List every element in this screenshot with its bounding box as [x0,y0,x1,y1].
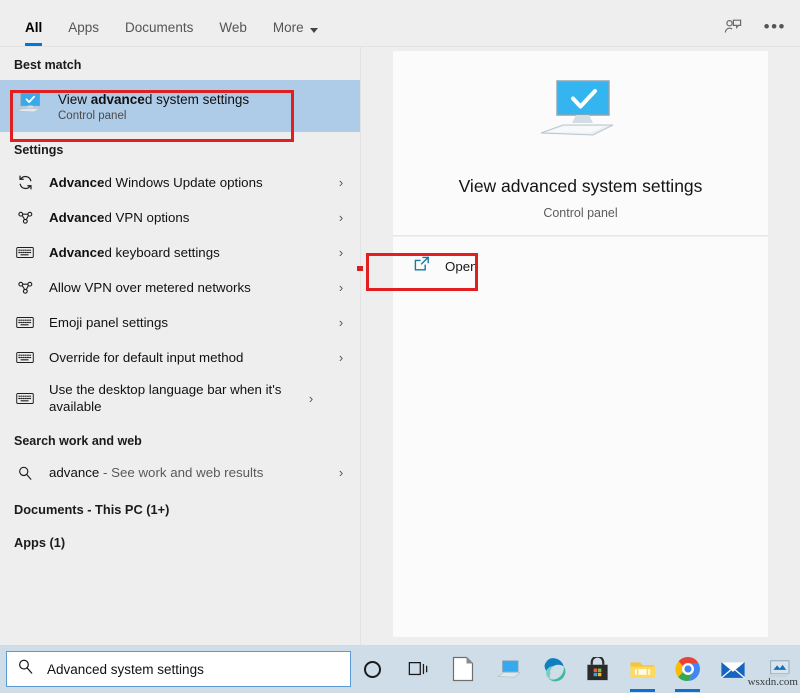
file-explorer-icon[interactable] [620,645,665,693]
taskbar-icons [395,645,800,693]
chevron-right-icon: › [304,391,318,406]
tab-apps[interactable]: Apps [55,20,112,46]
item2-bold: Advance [49,245,104,260]
tab-all-label: All [25,20,42,36]
tab-all[interactable]: All [12,20,55,46]
search-flyout: All Apps Documents Web More ••• [0,0,800,645]
item0-bold: Advance [49,175,104,190]
cortana-ring [364,661,381,678]
web-result-label: advance - See work and web results [49,464,334,481]
bm-prefix: View [58,92,91,107]
bm-bold: advance [91,92,145,107]
web-result-item[interactable]: advance - See work and web results › [0,455,360,490]
vpn-icon [14,277,36,299]
more-options-icon[interactable]: ••• [764,22,786,32]
open-action-button[interactable]: Open [403,249,496,283]
tab-web-label: Web [219,20,247,36]
open-action-label: Open [445,259,478,274]
chrome-browser-icon[interactable] [665,645,710,693]
tab-apps-label: Apps [68,20,99,36]
chevron-right-icon: › [334,350,348,365]
best-match-subtitle: Control panel [58,110,249,122]
settings-item-label: Use the desktop language bar when it's a… [49,381,304,415]
settings-item-desktop-language-bar[interactable]: Use the desktop language bar when it's a… [0,375,360,421]
apps-heading: Apps (1) [0,517,360,550]
tab-documents[interactable]: Documents [112,20,206,46]
settings-item-label: Allow VPN over metered networks [49,279,334,296]
settings-item-override-input-method[interactable]: Override for default input method › [0,340,360,375]
settings-item-label: Override for default input method [49,349,334,366]
chevron-down-icon [310,28,318,33]
best-match-wrapper: View advanced system settings Control pa… [0,80,360,132]
chevron-right-icon: › [334,280,348,295]
best-match-title: View advanced system settings [58,91,249,108]
remote-desktop-icon[interactable] [485,645,530,693]
search-icon [14,462,36,484]
chevron-right-icon: › [334,245,348,260]
best-match-result[interactable]: View advanced system settings Control pa… [0,80,360,132]
tab-web[interactable]: Web [206,20,260,46]
monitor-check-icon [535,77,627,158]
taskbar: Advanced system settings [0,645,800,693]
settings-item-emoji-panel[interactable]: Emoji panel settings › [0,305,360,340]
cortana-circle-icon[interactable] [351,661,393,678]
search-icon [17,658,34,680]
chevron-right-icon: › [334,210,348,225]
settings-item-label: Advanced keyboard settings [49,244,334,261]
web-rest: - See work and web results [99,465,263,480]
keyboard-icon [14,387,36,409]
chevron-right-icon: › [334,465,348,480]
bm-suffix: d system settings [145,92,249,107]
preview-card: View advanced system settings Control pa… [393,51,768,236]
chevron-right-icon: › [334,175,348,190]
settings-item-advanced-vpn[interactable]: Advanced VPN options › [0,200,360,235]
flyout-body: Best match [0,46,800,645]
person-feedback-icon[interactable] [722,16,744,38]
vpn-icon [14,207,36,229]
settings-item-allow-vpn-metered[interactable]: Allow VPN over metered networks › [0,270,360,305]
header-actions: ••• [722,16,786,38]
keyboard-icon [14,312,36,334]
settings-item-label: Advanced VPN options [49,209,334,226]
tab-bar: All Apps Documents Web More ••• [0,0,800,46]
keyboard-icon [14,242,36,264]
site-watermark: wsxdn.com [748,676,798,688]
documents-heading: Documents - This PC (1+) [0,490,360,517]
settings-item-label: Advanced Windows Update options [49,174,334,191]
search-work-web-heading: Search work and web [0,421,360,455]
task-view-icon[interactable] [395,645,440,693]
item0-rest: d Windows Update options [104,175,262,190]
document-icon[interactable] [440,645,485,693]
chevron-right-icon: › [334,315,348,330]
windows-search-screen: All Apps Documents Web More ••• [0,0,800,693]
microsoft-store-icon[interactable] [575,645,620,693]
external-link-icon [413,255,431,277]
settings-heading: Settings [0,132,360,165]
sync-icon [14,172,36,194]
item1-bold: Advance [49,210,104,225]
results-list: Best match [0,47,360,645]
item1-rest: d VPN options [104,210,189,225]
keyboard-icon [14,347,36,369]
annotation-dash [357,266,363,271]
preview-panel: View advanced system settings Control pa… [361,47,800,645]
web-query: advance [49,465,99,480]
best-match-heading: Best match [0,47,360,80]
edge-browser-icon[interactable] [530,645,575,693]
settings-item-label: Emoji panel settings [49,314,334,331]
taskbar-search-box[interactable]: Advanced system settings [6,651,351,687]
settings-item-advanced-keyboard[interactable]: Advanced keyboard settings › [0,235,360,270]
preview-title: View advanced system settings [459,176,703,197]
tab-documents-label: Documents [125,20,193,36]
preview-subtitle: Control panel [543,206,617,220]
tab-more-label: More [273,20,304,36]
settings-item-advanced-windows-update[interactable]: Advanced Windows Update options › [0,165,360,200]
monitor-check-icon [14,91,44,122]
tab-more[interactable]: More [260,20,331,46]
item2-rest: d keyboard settings [104,245,219,260]
best-match-text: View advanced system settings Control pa… [58,91,249,122]
taskbar-search-text: Advanced system settings [47,662,204,677]
preview-actions: Open [393,237,768,637]
